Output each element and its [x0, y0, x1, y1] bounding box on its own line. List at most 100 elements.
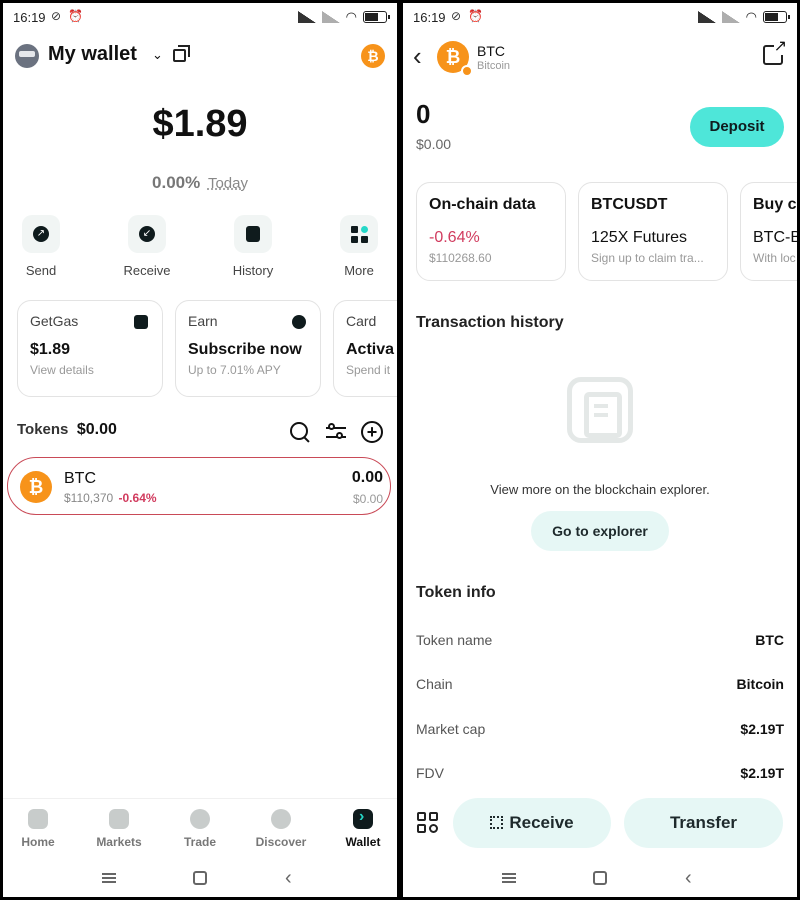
search-icon[interactable]	[289, 421, 311, 443]
info-row: Chain Bitcoin	[416, 676, 784, 698]
receive-button[interactable]: ↙ Receive	[117, 215, 177, 278]
change-period[interactable]: Today	[208, 175, 248, 192]
home-square-icon[interactable]	[193, 871, 207, 885]
home-icon	[28, 809, 48, 829]
token-row-btc[interactable]: ₿ BTC $110,370 -0.64% 0.00 $0.00	[7, 457, 391, 515]
piggy-bank-icon	[292, 315, 306, 329]
status-icons: ◠	[697, 9, 790, 25]
wifi-icon: ◠	[745, 9, 757, 24]
back-arrow-icon[interactable]: ‹	[413, 41, 422, 72]
card-title: GetGas	[30, 313, 79, 329]
send-button[interactable]: ↗ Send	[11, 215, 71, 278]
qr-code-icon	[490, 816, 504, 829]
home-square-icon[interactable]	[593, 871, 607, 885]
transfer-button[interactable]: Transfer	[624, 798, 783, 848]
copy-icon[interactable]	[173, 45, 190, 62]
card-sub: With loc	[753, 251, 796, 265]
nav-label: Discover	[255, 835, 307, 849]
nav-wallet[interactable]: Wallet	[328, 808, 397, 849]
back-icon[interactable]: ‹	[285, 867, 292, 890]
tx-history-title: Transaction history	[416, 314, 564, 331]
nav-discover[interactable]: Discover	[246, 809, 316, 849]
card-sub: View details	[30, 363, 94, 377]
card-sub: Spend it	[346, 363, 391, 377]
card-title: On-chain data	[429, 196, 536, 213]
go-to-explorer-button[interactable]: Go to explorer	[531, 511, 669, 551]
balance-change: 0.00% Today	[3, 173, 397, 193]
info-row: Market cap $2.19T	[416, 721, 784, 743]
external-link-icon[interactable]	[763, 39, 787, 65]
notification-icons: ⊘ ⏰	[51, 9, 86, 23]
change-percent: 0.00%	[152, 173, 201, 192]
add-token-icon[interactable]: +	[361, 421, 383, 443]
detail-usd: $0.00	[416, 136, 452, 152]
menu-icon[interactable]	[102, 873, 116, 883]
signal-2-icon	[321, 11, 340, 23]
markets-icon	[109, 809, 129, 829]
battery-icon	[763, 11, 790, 23]
wallet-header: My wallet ⌄ ₿	[15, 41, 385, 73]
receive-icon: ↙	[139, 226, 155, 242]
card-value: Subscribe now	[188, 341, 302, 358]
signal-2-icon	[721, 11, 740, 23]
status-time: 16:19	[13, 10, 46, 25]
token-price-row: $110,370 -0.64%	[64, 491, 157, 505]
detail-network: Bitcoin	[477, 60, 511, 72]
buy-card[interactable]: Buy c BTC-B With loc	[740, 182, 797, 281]
history-icon	[246, 226, 260, 242]
tokens-label: Tokens	[17, 421, 69, 438]
card-value: $1.89	[30, 341, 71, 358]
apps-grid-icon[interactable]	[417, 812, 439, 834]
quick-actions: ↗ Send ↙ Receive History More	[3, 215, 397, 285]
menu-icon[interactable]	[502, 873, 516, 883]
promo-cards: GetGas $1.89 View details Earn Subscribe…	[17, 300, 397, 398]
card-card[interactable]: Card Activa Spend it	[333, 300, 397, 397]
info-value: $2.19T	[740, 721, 784, 737]
nav-home[interactable]: Home	[3, 809, 73, 849]
info-key: Market cap	[416, 721, 486, 737]
status-time: 16:19	[413, 10, 446, 25]
filter-icon[interactable]	[325, 421, 347, 443]
notification-icons: ⊘ ⏰	[451, 9, 486, 23]
info-key: Chain	[416, 676, 453, 692]
nav-label: Wallet	[345, 835, 381, 849]
more-button[interactable]: More	[329, 215, 389, 278]
back-icon[interactable]: ‹	[685, 867, 692, 890]
receive-label: Receive	[123, 263, 171, 278]
info-row: Token name BTC	[416, 632, 784, 654]
more-label: More	[344, 263, 374, 278]
card-sub: Sign up to claim tra...	[591, 251, 704, 265]
card-title: Earn	[188, 313, 218, 329]
nav-trade[interactable]: Trade	[165, 809, 235, 849]
detail-qty: 0	[416, 99, 431, 129]
info-value: BTC	[755, 632, 784, 648]
token-name: BTC	[64, 470, 96, 487]
explorer-text: View more on the blockchain explorer.	[490, 482, 710, 497]
btcusdt-card[interactable]: BTCUSDT 125X Futures Sign up to claim tr…	[578, 182, 728, 281]
wallet-title[interactable]: My wallet	[48, 43, 137, 66]
token-usd: $0.00	[352, 492, 383, 506]
card-value: -0.64%	[429, 229, 480, 246]
wifi-icon: ◠	[345, 9, 357, 24]
earn-card[interactable]: Earn Subscribe now Up to 7.01% APY	[175, 300, 321, 397]
info-key: FDV	[416, 765, 444, 781]
system-nav: ‹	[3, 859, 397, 897]
system-nav: ‹	[403, 859, 797, 897]
receive-button[interactable]: Receive	[453, 798, 611, 848]
card-value: BTC-B	[753, 229, 797, 246]
card-title: Card	[346, 313, 377, 329]
status-icons: ◠	[297, 9, 390, 25]
deposit-button[interactable]: Deposit	[690, 107, 784, 147]
token-price: $110,370	[64, 491, 114, 505]
history-button[interactable]: History	[223, 215, 283, 278]
nav-markets[interactable]: Markets	[84, 809, 154, 849]
tokens-header: Tokens $0.00 +	[17, 421, 383, 447]
onchain-card[interactable]: On-chain data -0.64% $110268.60	[416, 182, 566, 281]
avatar[interactable]	[15, 44, 39, 68]
chevron-down-icon[interactable]: ⌄	[152, 47, 163, 63]
card-title: Buy c	[753, 196, 797, 213]
getgas-card[interactable]: GetGas $1.89 View details	[17, 300, 163, 397]
card-sub: $110268.60	[429, 251, 492, 265]
token-detail-screen: 16:19 ⊘ ⏰ ◠ ‹ ₿ BTC Bitcoin 0 $0.00 Depo…	[403, 3, 797, 897]
bitcoin-icon[interactable]: ₿	[361, 44, 385, 68]
